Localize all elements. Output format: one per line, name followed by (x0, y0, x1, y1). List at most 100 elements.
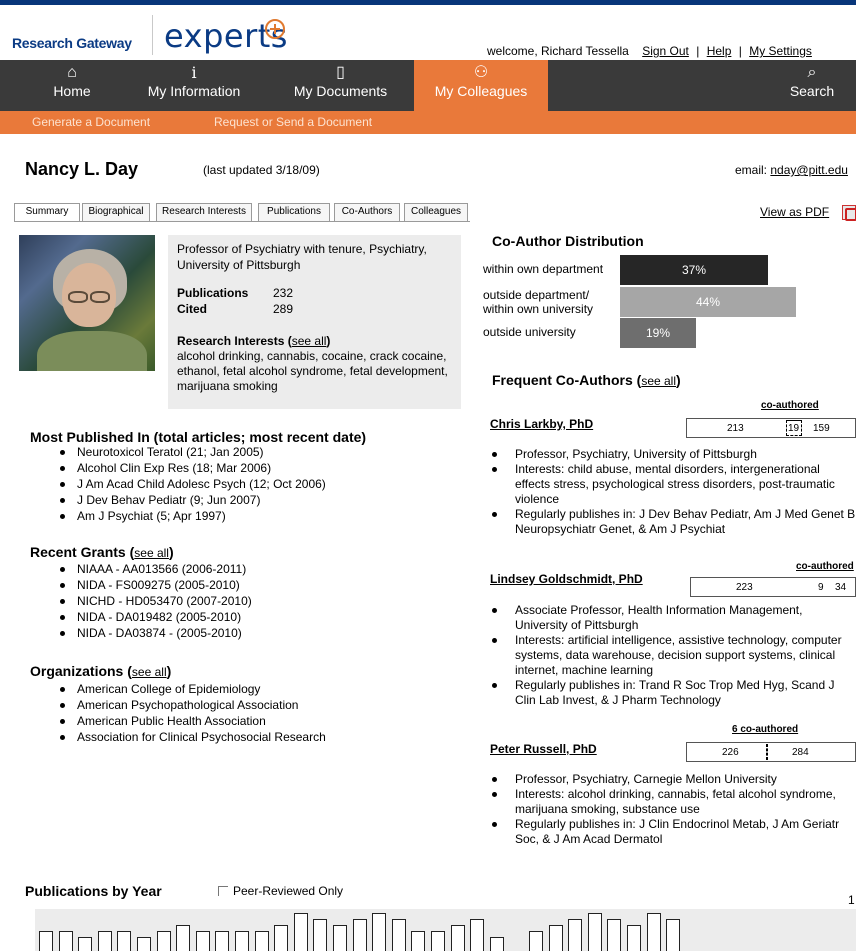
publication-year-bar[interactable] (666, 919, 680, 951)
publication-year-bar[interactable] (157, 931, 171, 951)
see-all-link[interactable]: see all (132, 665, 167, 679)
publication-year-bar[interactable] (607, 919, 621, 951)
view-as-pdf-link[interactable]: View as PDF (760, 205, 829, 219)
coauthor-overlap-bar: 213 19 159 (686, 418, 856, 438)
list-item: Professor, Psychiatry, Carnegie Mellon U… (490, 772, 856, 787)
publication-year-bar[interactable] (215, 931, 229, 951)
colleagues-icon: ⚇ (473, 64, 489, 81)
list-item: Associate Professor, Health Information … (490, 603, 856, 633)
list-item: J Dev Behav Pediatr (9; Jun 2007) (51, 492, 326, 508)
publication-year-bar[interactable] (176, 925, 190, 951)
colleague-name-link[interactable]: Peter Russell, PhD (490, 742, 597, 756)
publication-year-bar[interactable] (568, 919, 582, 951)
publication-year-bar[interactable] (411, 931, 425, 951)
distribution-bar: 19% (620, 318, 696, 348)
publication-year-bar[interactable] (549, 925, 563, 951)
my-settings-link[interactable]: My Settings (749, 44, 812, 58)
generate-document-link[interactable]: Generate a Document (32, 115, 150, 129)
organizations-list: American College of Epidemiology America… (51, 681, 326, 745)
publication-year-bar[interactable] (431, 931, 445, 951)
help-link[interactable]: Help (707, 44, 732, 58)
email-link[interactable]: nday@pitt.edu (770, 163, 848, 177)
publication-year-bar[interactable] (59, 931, 73, 951)
coauthor-overlap-bar: 226 284 (686, 742, 856, 762)
photo-glasses (90, 291, 110, 303)
peer-reviewed-label[interactable]: Peer-Reviewed Only (233, 884, 343, 898)
nav-item-my-information[interactable]: i My Information (130, 60, 258, 111)
list-item: Association for Clinical Psychosocial Re… (51, 729, 326, 745)
list-item: Neurotoxicol Teratol (21; Jan 2005) (51, 444, 326, 460)
nav-item-my-documents[interactable]: ▯ My Documents (278, 60, 403, 111)
publication-year-bar[interactable] (98, 931, 112, 951)
sign-out-link[interactable]: Sign Out (642, 44, 689, 58)
profile-photo (19, 235, 155, 371)
publication-year-bar[interactable] (333, 925, 347, 951)
nav-item-search[interactable]: ⌕ Search (776, 60, 848, 111)
publication-year-bar[interactable] (588, 913, 602, 951)
publication-year-bar[interactable] (451, 925, 465, 951)
publication-year-bar[interactable] (196, 931, 210, 951)
publication-year-bar[interactable] (647, 913, 661, 951)
info-icon: i (191, 63, 197, 82)
tab-research-interests[interactable]: Research Interests (156, 203, 252, 221)
publication-year-bar[interactable] (470, 919, 484, 951)
tab-publications[interactable]: Publications (258, 203, 330, 221)
sub-nav: Generate a Document Request or Send a Do… (0, 111, 856, 134)
overlap-left-value: 213 (727, 423, 744, 434)
colleague-details: Professor, Psychiatry, Carnegie Mellon U… (490, 772, 856, 847)
publications-count: 232 (273, 286, 294, 300)
publication-year-bar[interactable] (392, 919, 406, 951)
nav-item-my-colleagues[interactable]: ⚇ My Colleagues (414, 60, 548, 111)
pdf-icon[interactable] (842, 205, 856, 221)
chart-axis-label: 1 (848, 893, 855, 907)
search-icon: ⌕ (807, 64, 817, 81)
home-icon: ⌂ (67, 64, 77, 81)
profile-info-box: Professor of Psychiatry with tenure, Psy… (168, 235, 461, 409)
tab-summary[interactable]: Summary (14, 203, 80, 222)
brand-research-gateway[interactable]: Research Gateway (12, 35, 132, 51)
overlap-right-value: 284 (792, 747, 809, 758)
list-item: American Public Health Association (51, 713, 326, 729)
publication-year-bar[interactable] (313, 919, 327, 951)
tab-biographical[interactable]: Biographical (82, 203, 150, 221)
tab-colleagues[interactable]: Colleagues (404, 203, 468, 221)
publication-year-bar[interactable] (255, 931, 269, 951)
profile-title: Professor of Psychiatry with tenure, Psy… (177, 242, 427, 272)
publication-year-bar[interactable] (274, 925, 288, 951)
list-item: NIDA - DA019482 (2005-2010) (51, 609, 252, 625)
colleague-name-link[interactable]: Chris Larkby, PhD (490, 417, 593, 431)
recent-grants-label: Recent Grants (30, 544, 126, 560)
overlap-mid-value: 19 (788, 423, 800, 434)
list-item: J Am Acad Child Adolesc Psych (12; Oct 2… (51, 476, 326, 492)
tab-co-authors[interactable]: Co-Authors (334, 203, 400, 221)
see-all-link[interactable]: see all (134, 546, 169, 560)
last-updated: (last updated 3/18/09) (203, 163, 320, 177)
tab-underline (14, 221, 470, 222)
publication-year-bar[interactable] (78, 937, 92, 951)
see-all-link[interactable]: see all (292, 334, 327, 348)
colleague-name-link[interactable]: Lindsey Goldschmidt, PhD (490, 572, 643, 586)
see-all-link[interactable]: see all (641, 374, 676, 388)
overlap-right-value: 34 (835, 582, 847, 593)
photo-glasses (68, 291, 88, 303)
publication-year-bar[interactable] (529, 931, 543, 951)
peer-reviewed-checkbox[interactable] (218, 886, 228, 896)
publications-label: Publications (177, 286, 249, 300)
distribution-bar: 37% (620, 255, 768, 285)
publication-year-bar[interactable] (39, 931, 53, 951)
nav-item-home[interactable]: ⌂ Home (20, 60, 124, 111)
coauthored-label: co-authored (796, 561, 854, 572)
publication-year-bar[interactable] (353, 919, 367, 951)
publication-year-bar[interactable] (117, 931, 131, 951)
publication-year-bar[interactable] (294, 913, 308, 951)
publication-year-bar[interactable] (137, 937, 151, 951)
coauthor-distribution-title: Co-Author Distribution (492, 233, 644, 249)
publication-year-bar[interactable] (235, 931, 249, 951)
colleague-details: Professor, Psychiatry, University of Pit… (490, 447, 856, 537)
publication-year-bar[interactable] (372, 913, 386, 951)
publication-year-bar[interactable] (627, 925, 641, 951)
welcome-text: welcome, Richard Tessella (487, 44, 629, 58)
request-document-link[interactable]: Request or Send a Document (214, 115, 372, 129)
publication-year-bar[interactable] (490, 937, 504, 951)
nav-item-label: Search (789, 83, 835, 99)
